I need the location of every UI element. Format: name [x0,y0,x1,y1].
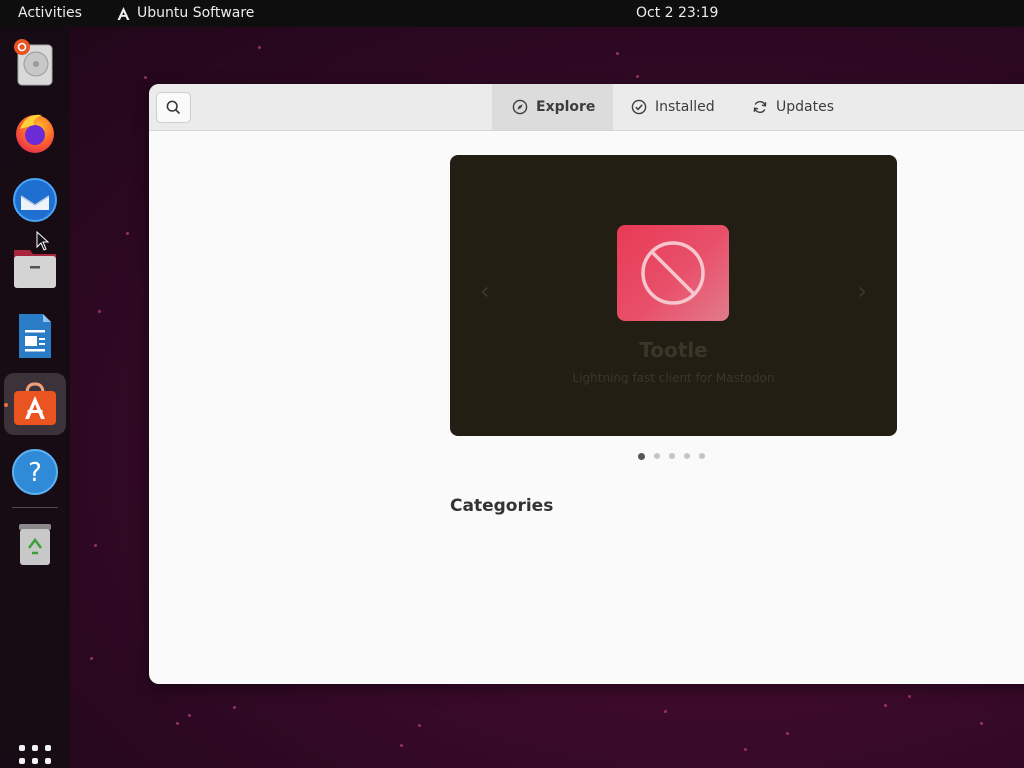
wallpaper-dot [90,657,93,660]
wallpaper-dot [636,75,639,78]
carousel-page-dot[interactable] [684,453,690,459]
app-grid-icon [45,745,51,751]
dock: ? [0,27,70,768]
search-button[interactable] [156,92,191,123]
app-grid-icon [32,758,38,764]
dock-item-installer[interactable] [4,33,66,95]
tab-installed[interactable]: Installed [611,84,735,130]
carousel-page-dot[interactable] [654,453,660,459]
wallpaper-dot [144,76,147,79]
wallpaper-dot [884,704,887,707]
wallpaper-dot [188,714,191,717]
top-bar: Activities Ubuntu Software Oct 2 23:19 [0,0,1024,27]
dock-item-thunderbird[interactable] [4,169,66,231]
tab-updates[interactable]: Updates [732,84,854,130]
libreoffice-writer-icon [19,314,51,358]
refresh-icon [753,100,767,114]
wallpaper-dot [664,710,667,713]
dock-item-writer[interactable] [4,305,66,367]
ubuntu-software-window: Explore Installed Updates ‹ › Tootle Lig… [149,84,1024,684]
wallpaper-dot [400,744,403,747]
wallpaper-dot [616,52,619,55]
categories-heading: Categories [450,496,554,516]
wallpaper-dot [744,748,747,751]
wallpaper-dot [233,706,236,709]
tab-installed-label: Installed [655,99,715,115]
carousel-page-dot[interactable] [669,453,675,459]
dock-separator [12,507,58,508]
activities-button[interactable]: Activities [18,5,82,21]
wallpaper-dot [418,724,421,727]
app-menu-label: Ubuntu Software [137,5,255,21]
carousel-page-dot[interactable] [699,453,705,459]
tootle-icon [641,241,705,305]
featured-app-name: Tootle [639,338,708,362]
app-grid-icon [32,745,38,751]
header-bar: Explore Installed Updates [149,84,1024,131]
app-grid-icon [45,758,51,764]
trash-icon [19,524,51,565]
wallpaper-dot [980,722,983,725]
help-icon: ? [12,449,58,495]
featured-app-icon [617,225,729,321]
carousel-next-button[interactable]: › [857,277,867,305]
mouse-cursor-icon [36,231,50,251]
thunderbird-icon [13,178,57,222]
app-grid-icon [19,745,25,751]
wallpaper-dot [98,310,101,313]
dock-item-trash[interactable] [4,513,66,575]
app-grid-icon [19,758,25,764]
svg-text:?: ? [28,458,42,488]
clock[interactable]: Oct 2 23:19 [636,5,718,21]
disk-installer-icon [14,39,53,86]
dock-item-firefox[interactable] [4,101,66,163]
tab-explore[interactable]: Explore [492,84,613,130]
carousel-page-dot[interactable] [638,452,645,460]
firefox-icon [16,114,54,153]
wallpaper-dot [908,695,911,698]
featured-carousel[interactable]: ‹ › Tootle Lightning fast client for Mas… [450,155,897,436]
wallpaper-dot [258,46,261,49]
files-icon [14,250,56,288]
ubuntu-software-small-icon [117,6,130,20]
show-apps-button[interactable] [19,745,51,765]
explore-page: ‹ › Tootle Lightning fast client for Mas… [149,131,1024,684]
wallpaper-dot [786,732,789,735]
tab-explore-label: Explore [536,99,596,115]
wallpaper-dot [176,722,179,725]
wallpaper-dot [94,544,97,547]
ubuntu-software-icon [14,382,56,425]
carousel-prev-button[interactable]: ‹ [480,277,490,305]
dock-item-ubuntu-software[interactable] [4,373,66,435]
featured-app-summary: Lightning fast client for Mastodon [572,371,775,385]
carousel-page-indicator [638,452,705,460]
dock-item-files[interactable] [4,237,66,299]
dock-item-help[interactable]: ? [4,441,66,503]
compass-icon [512,99,528,115]
check-circle-icon [631,99,647,115]
search-icon [166,100,181,115]
tab-updates-label: Updates [776,99,834,115]
wallpaper-dot [126,232,129,235]
app-menu[interactable]: Ubuntu Software [116,5,254,21]
